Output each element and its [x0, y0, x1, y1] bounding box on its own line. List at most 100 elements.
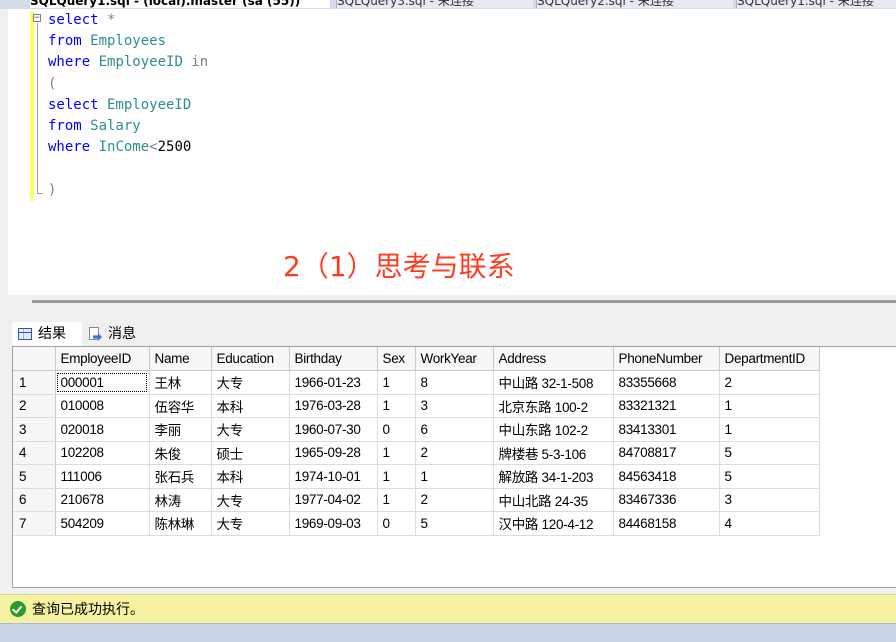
table-row[interactable]: 3 020018 李丽 大专 1960-07-30 0 6 中山东路 102-2 8341330…: [13, 417, 820, 442]
grid-cell[interactable]: 2: [719, 370, 820, 395]
grid-cell[interactable]: 5: [719, 441, 820, 465]
grid-cell[interactable]: 0: [377, 417, 416, 442]
table-row[interactable]: 7 504209 陈林琳 大专 1969-09-03 0 5 汉中路 120-4-12 8446…: [13, 511, 820, 536]
table-row[interactable]: 6 210678 林涛 大专 1977-04-02 1 2 中山北路 24-35 8346733…: [13, 488, 820, 512]
column-header[interactable]: PhoneNumber: [613, 347, 720, 371]
code-line[interactable]: select *: [48, 10, 208, 31]
grid-cell[interactable]: 010008: [55, 394, 150, 418]
grid-cell[interactable]: 大专: [211, 511, 290, 536]
collapse-minus-icon[interactable]: −: [33, 14, 41, 23]
column-header[interactable]: Birthday: [289, 347, 378, 371]
grid-cell[interactable]: 大专: [211, 488, 290, 512]
row-number[interactable]: 4: [13, 441, 56, 465]
grid-cell[interactable]: 本科: [211, 464, 290, 489]
grid-cell[interactable]: 210678: [55, 488, 150, 512]
grid-cell[interactable]: 汉中路 120-4-12: [493, 511, 614, 536]
grid-cell[interactable]: 大专: [211, 370, 290, 395]
grid-cell[interactable]: 83467336: [613, 488, 720, 512]
grid-cell[interactable]: 84563418: [613, 464, 720, 489]
grid-cell[interactable]: 大专: [211, 417, 290, 442]
grid-cell[interactable]: 3: [415, 394, 494, 418]
tab-messages[interactable]: 消息: [88, 322, 158, 346]
grid-cell[interactable]: 1: [377, 488, 416, 512]
column-header[interactable]: Name: [149, 347, 212, 371]
code-line[interactable]: ): [48, 180, 208, 201]
tab-results[interactable]: 结果: [12, 322, 82, 346]
grid-cell[interactable]: 83321321: [613, 394, 720, 418]
grid-cell[interactable]: 2: [415, 488, 494, 512]
row-number[interactable]: 6: [13, 488, 56, 512]
grid-cell[interactable]: 1: [377, 464, 416, 489]
grid-cell[interactable]: 北京东路 100-2: [493, 394, 614, 418]
grid-cell[interactable]: 020018: [55, 417, 150, 442]
row-number[interactable]: 7: [13, 511, 56, 536]
table-row[interactable]: 4 102208 朱俊 硕士 1965-09-28 1 2 牌楼巷 5-3-106 847088…: [13, 441, 820, 465]
grid-cell[interactable]: 111006: [55, 464, 150, 489]
code-line[interactable]: [48, 158, 208, 179]
pane-splitter[interactable]: [8, 295, 896, 316]
code-line[interactable]: where EmployeeID in: [48, 52, 208, 73]
grid-cell[interactable]: 王林: [149, 370, 212, 395]
grid-cell[interactable]: 1969-09-03: [289, 511, 378, 536]
grid-cell[interactable]: 83413301: [613, 417, 720, 442]
code-line[interactable]: from Salary: [48, 116, 208, 137]
column-header[interactable]: Address: [493, 347, 614, 371]
grid-cell[interactable]: 5: [719, 464, 820, 489]
grid-cell[interactable]: 1960-07-30: [289, 417, 378, 442]
grid-cell[interactable]: 1976-03-28: [289, 394, 378, 418]
tab-sqlquery3[interactable]: SQLQuery3.sql - 未连接: [336, 0, 533, 8]
grid-cell[interactable]: 1: [719, 394, 820, 418]
grid-cell[interactable]: 1: [415, 464, 494, 489]
grid-cell[interactable]: 5: [415, 511, 494, 536]
table-row[interactable]: 5 111006 张石兵 本科 1974-10-01 1 1 解放路 34-1-203 8456…: [13, 464, 820, 489]
code-line[interactable]: select EmployeeID: [48, 95, 208, 116]
grid-cell[interactable]: 2: [415, 441, 494, 465]
grid-cell[interactable]: 84708817: [613, 441, 720, 465]
row-number[interactable]: 5: [13, 464, 56, 489]
query-editor[interactable]: − select * from Employees where EmployeeID…: [8, 9, 896, 295]
grid-cell[interactable]: 李丽: [149, 417, 212, 442]
grid-cell[interactable]: 1: [377, 394, 416, 418]
grid-cell[interactable]: 张石兵: [149, 464, 212, 489]
grid-cell[interactable]: 硕士: [211, 441, 290, 465]
grid-cell[interactable]: 中山北路 24-35: [493, 488, 614, 512]
results-grid[interactable]: EmployeeID Name Education Birthday Sex WorkYe…: [12, 346, 896, 588]
grid-cell[interactable]: 1: [377, 370, 416, 395]
grid-cell[interactable]: 中山东路 102-2: [493, 417, 614, 442]
grid-cell[interactable]: 1: [377, 441, 416, 465]
code-line[interactable]: where InCome<2500: [48, 137, 208, 158]
grid-corner[interactable]: [13, 347, 56, 371]
grid-cell[interactable]: 0: [377, 511, 416, 536]
grid-cell[interactable]: 4: [719, 511, 820, 536]
grid-cell[interactable]: 解放路 34-1-203: [493, 464, 614, 489]
row-number[interactable]: 1: [13, 370, 56, 395]
grid-cell[interactable]: 3: [719, 488, 820, 512]
code-line[interactable]: from Employees: [48, 31, 208, 52]
table-row[interactable]: 2 010008 伍容华 本科 1976-03-28 1 3 北京东路 100-2 833213…: [13, 394, 820, 418]
tab-sqlquery1-active[interactable]: SQLQuery1.sql - (local).master (sa (55)): [30, 0, 330, 8]
grid-cell[interactable]: 1: [719, 417, 820, 442]
row-number[interactable]: 2: [13, 394, 56, 418]
column-header[interactable]: DepartmentID: [719, 347, 820, 371]
code-line[interactable]: (: [48, 74, 208, 95]
column-header[interactable]: Sex: [377, 347, 416, 371]
grid-cell[interactable]: 朱俊: [149, 441, 212, 465]
grid-cell[interactable]: 6: [415, 417, 494, 442]
grid-cell[interactable]: 牌楼巷 5-3-106: [493, 441, 614, 465]
grid-cell[interactable]: 84468158: [613, 511, 720, 536]
grid-cell[interactable]: 本科: [211, 394, 290, 418]
tab-sqlquery1[interactable]: SQLQuery1.sql - 未连接: [736, 0, 896, 8]
grid-cell[interactable]: 1977-04-02: [289, 488, 378, 512]
grid-cell[interactable]: 1965-09-28: [289, 441, 378, 465]
sql-code[interactable]: select * from Employees where EmployeeID i…: [48, 10, 208, 201]
grid-cell[interactable]: 000001: [55, 370, 150, 395]
grid-cell[interactable]: 83355668: [613, 370, 720, 395]
grid-cell[interactable]: 504209: [55, 511, 150, 536]
tab-sqlquery2[interactable]: SQLQuery2.sql - 未连接: [536, 0, 733, 8]
grid-cell[interactable]: 林涛: [149, 488, 212, 512]
row-number[interactable]: 3: [13, 417, 56, 442]
column-header[interactable]: Education: [211, 347, 290, 371]
grid-cell[interactable]: 8: [415, 370, 494, 395]
grid-cell[interactable]: 1966-01-23: [289, 370, 378, 395]
column-header[interactable]: WorkYear: [415, 347, 494, 371]
